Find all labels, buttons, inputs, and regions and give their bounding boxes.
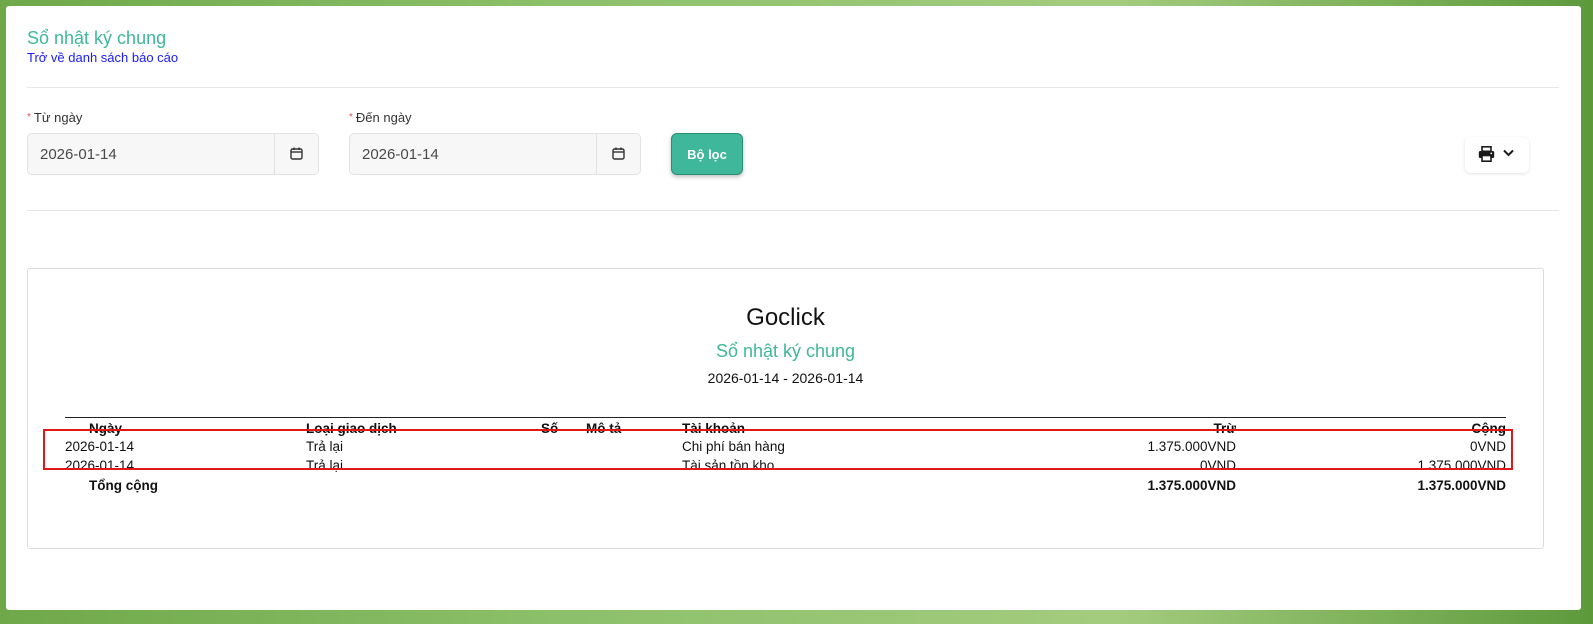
column-header-date: Ngày — [89, 421, 123, 436]
to-date-label-text: Đến ngày — [355, 110, 412, 125]
total-empty-cell — [541, 475, 586, 497]
to-date-label: * Đến ngày — [349, 110, 412, 125]
column-header-description: Mô tả — [586, 421, 622, 436]
to-date-picker[interactable]: 2026-01-14 — [349, 133, 641, 175]
row-number — [541, 437, 586, 456]
from-date-picker[interactable]: 2026-01-14 — [27, 133, 319, 175]
table-header-row: Ngày Loại giao dịch Số Mô tả Tài khoản T… — [65, 417, 1507, 438]
chevron-down-icon — [1503, 149, 1514, 157]
printer-icon — [1478, 146, 1495, 162]
row-description — [586, 437, 682, 456]
company-name: Goclick — [746, 304, 825, 331]
column-header-debit: Trừ — [1213, 421, 1236, 436]
row-description — [586, 456, 682, 475]
row-date: 2026-01-14 — [65, 439, 135, 454]
column-header-type: Loại giao dịch — [306, 421, 397, 436]
from-date-calendar-button[interactable] — [274, 134, 318, 174]
required-mark: * — [349, 112, 353, 123]
header-divider — [27, 87, 1559, 88]
row-type: Trả lại — [306, 439, 344, 454]
row-debit: 0VND — [1199, 458, 1236, 473]
column-header-account: Tài khoản — [682, 421, 746, 436]
row-type: Trả lại — [306, 458, 344, 473]
row-date: 2026-01-14 — [65, 458, 135, 473]
row-number — [541, 456, 586, 475]
total-empty-cell — [586, 475, 682, 497]
report-panel: Goclick Sổ nhật ký chung 2026-01-14 - 20… — [27, 268, 1544, 549]
journal-table: Ngày Loại giao dịch Số Mô tả Tài khoản T… — [65, 417, 1506, 497]
back-to-reports-link[interactable]: Trở về danh sách báo cáo — [27, 50, 178, 65]
to-date-value[interactable]: 2026-01-14 — [362, 146, 439, 163]
calendar-icon — [290, 147, 303, 160]
table-row: 2026-01-14 Trả lại Tài sản tồn kho 0VND … — [65, 456, 1506, 475]
total-empty-cell — [682, 475, 996, 497]
from-date-label-text: Từ ngày — [33, 110, 83, 125]
table-row: 2026-01-14 Trả lại Chi phí bán hàng 1.37… — [65, 437, 1506, 456]
page-title: Sổ nhật ký chung — [27, 28, 167, 48]
row-credit: 0VND — [1469, 439, 1506, 454]
total-empty-cell — [306, 475, 541, 497]
filter-divider — [27, 210, 1559, 211]
total-credit: 1.375.000VND — [1417, 478, 1506, 493]
print-dropdown-button[interactable] — [1465, 137, 1529, 173]
row-debit: 1.375.000VND — [1147, 439, 1236, 454]
from-date-label: * Từ ngày — [27, 110, 82, 125]
row-credit: 1.375.000VND — [1417, 458, 1506, 473]
column-header-number: Số — [541, 421, 559, 436]
from-date-value[interactable]: 2026-01-14 — [40, 146, 117, 163]
total-row: Tổng cộng 1.375.000VND 1.375.000VND — [65, 475, 1506, 497]
total-label: Tổng cộng — [89, 478, 158, 493]
report-date-range: 2026-01-14 - 2026-01-14 — [707, 370, 864, 386]
row-account: Chi phí bán hàng — [682, 439, 785, 454]
row-account: Tài sản tồn kho — [682, 458, 775, 473]
required-mark: * — [27, 112, 31, 123]
report-title: Sổ nhật ký chung — [715, 341, 856, 361]
total-debit: 1.375.000VND — [1147, 478, 1236, 493]
column-header-credit: Cộng — [1471, 421, 1507, 436]
report-page-card: Sổ nhật ký chung Trở về danh sách báo cá… — [6, 6, 1581, 610]
calendar-icon — [612, 147, 625, 160]
filter-button[interactable]: Bộ lọc — [671, 133, 743, 175]
to-date-calendar-button[interactable] — [596, 134, 640, 174]
